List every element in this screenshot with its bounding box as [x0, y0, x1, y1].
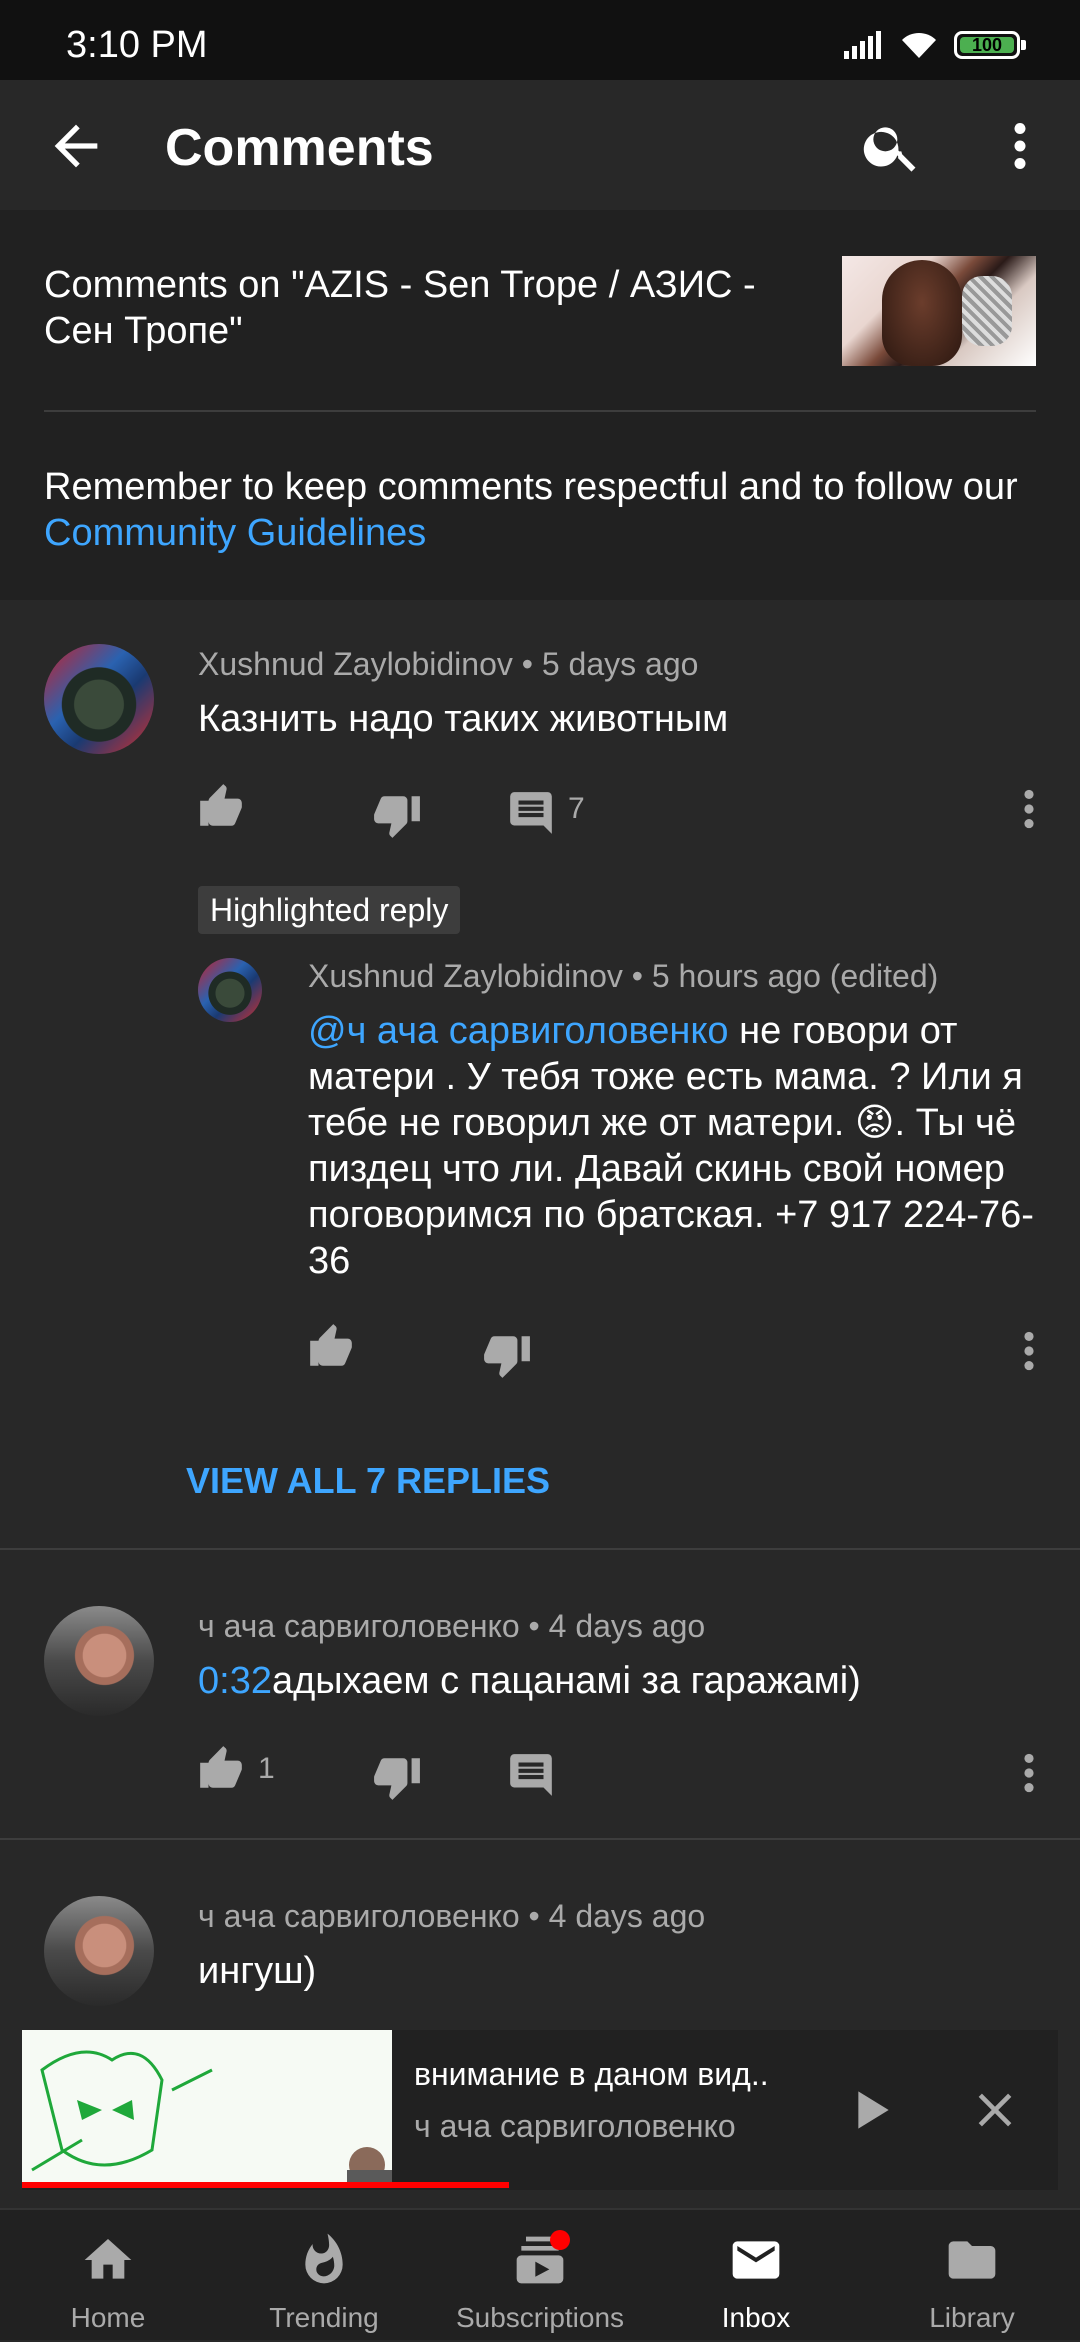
- like-icon[interactable]: [196, 782, 246, 832]
- nav-label: Inbox: [721, 2302, 791, 2333]
- signal-icon: [844, 31, 881, 59]
- nav-label: Library: [929, 2302, 1015, 2333]
- highlighted-reply-badge: Highlighted reply: [198, 886, 461, 934]
- reply-age: 5 hours ago (edited): [651, 958, 939, 994]
- comment-text: ингуш): [198, 1950, 317, 1992]
- like-icon[interactable]: [196, 1744, 246, 1794]
- divider: [0, 1548, 1080, 1550]
- avatar[interactable]: [44, 1606, 154, 1716]
- avatar[interactable]: [198, 958, 262, 1022]
- like-count: 1: [258, 1752, 275, 1785]
- battery-level: 100: [971, 34, 1003, 55]
- comment-text: Казнить надо таких животным: [198, 698, 729, 740]
- comment-author[interactable]: ч ача сарвиголовенко: [198, 1608, 520, 1644]
- view-all-replies-button[interactable]: VIEW ALL 7 REPLIES: [186, 1460, 550, 1502]
- play-icon[interactable]: [842, 2082, 898, 2138]
- nav-home[interactable]: Home: [0, 2210, 216, 2342]
- reply-text: @ч ача сарвиголовенко не говори от матер…: [308, 1008, 1038, 1284]
- status-icons: 100: [844, 30, 1026, 60]
- dislike-icon[interactable]: [372, 790, 422, 840]
- mini-player[interactable]: внимание в даном вид.. ч ача сарвиголове…: [22, 2030, 1058, 2190]
- comment-meta: Xushnud Zaylobidinov • 5 days ago: [198, 646, 699, 682]
- reply-author[interactable]: Xushnud Zaylobidinov: [308, 958, 623, 994]
- comment-age: 4 days ago: [548, 1608, 706, 1644]
- home-icon: [84, 2239, 132, 2279]
- comment-age: 4 days ago: [548, 1898, 706, 1934]
- app-bar: Comments: [0, 80, 1080, 210]
- mini-player-progress: [22, 2182, 509, 2188]
- dislike-icon[interactable]: [482, 1330, 532, 1380]
- nav-inbox[interactable]: Inbox: [648, 2210, 864, 2342]
- comments-header: Comments on "AZIS - Sen Trope / АЗИС - С…: [0, 210, 1080, 600]
- nav-label: Home: [70, 2302, 146, 2333]
- mail-icon: [732, 2241, 780, 2279]
- nav-label: Subscriptions: [455, 2302, 625, 2333]
- more-vert-icon[interactable]: [1014, 1748, 1044, 1798]
- comment-body: адыхаем с пацанамі за гаражамі): [271, 1660, 861, 1702]
- dislike-icon[interactable]: [372, 1752, 422, 1802]
- more-vert-icon[interactable]: [1014, 1326, 1044, 1376]
- nav-library[interactable]: Library: [864, 2210, 1080, 2342]
- comment-text: 0:32адыхаем с пацанамі за гаражамі): [198, 1658, 1028, 1704]
- reply-icon[interactable]: [506, 1750, 556, 1800]
- avatar[interactable]: [44, 644, 154, 754]
- status-bar: 3:10 PM 100: [0, 0, 1080, 80]
- reply-meta: Xushnud Zaylobidinov • 5 hours ago (edit…: [308, 958, 939, 994]
- back-arrow-icon[interactable]: [44, 114, 108, 178]
- divider: [44, 410, 1036, 412]
- search-icon[interactable]: [860, 114, 924, 178]
- comment-meta: ч ача сарвиголовенко • 4 days ago: [198, 1898, 706, 1934]
- guidelines-notice: Remember to keep comments respectful and…: [44, 464, 1044, 556]
- comment-meta: ч ача сарвиголовенко • 4 days ago: [198, 1608, 706, 1644]
- like-icon[interactable]: [306, 1322, 356, 1372]
- nav-subscriptions[interactable]: Subscriptions: [432, 2210, 648, 2342]
- bottom-navigation: Home Trending Subscriptions Inbox Librar…: [0, 2208, 1080, 2340]
- guidelines-text: Remember to keep comments respectful and…: [44, 466, 1018, 508]
- flame-icon: [305, 2233, 343, 2284]
- reply-icon[interactable]: [506, 788, 556, 838]
- video-thumbnail[interactable]: [842, 256, 1036, 366]
- wifi-icon: [902, 32, 936, 58]
- divider: [0, 1838, 1080, 1840]
- reply-mention-link[interactable]: @ч ача сарвиголовенко: [308, 1010, 729, 1052]
- mini-player-thumbnail[interactable]: [22, 2030, 392, 2186]
- mini-player-title: внимание в даном вид..: [414, 2056, 769, 2092]
- page-title: Comments: [165, 119, 434, 177]
- more-vert-icon[interactable]: [990, 114, 1050, 178]
- mini-player-channel: ч ача сарвиголовенко: [414, 2108, 736, 2144]
- folder-icon: [948, 2241, 996, 2279]
- more-vert-icon[interactable]: [1014, 784, 1044, 834]
- timestamp-link[interactable]: 0:32: [198, 1660, 272, 1702]
- community-guidelines-link[interactable]: Community Guidelines: [44, 512, 426, 554]
- comment-age: 5 days ago: [541, 646, 699, 682]
- notification-dot: [550, 2230, 570, 2250]
- reply-count: 7: [568, 792, 585, 825]
- status-time: 3:10 PM: [66, 24, 208, 66]
- close-icon[interactable]: [967, 2082, 1023, 2138]
- comment-author[interactable]: ч ача сарвиголовенко: [198, 1898, 520, 1934]
- nav-label: Trending: [269, 2302, 379, 2333]
- comment-author[interactable]: Xushnud Zaylobidinov: [198, 646, 513, 682]
- nav-trending[interactable]: Trending: [216, 2210, 432, 2342]
- video-title: Comments on "AZIS - Sen Trope / АЗИС - С…: [44, 264, 756, 352]
- battery-icon: 100: [954, 31, 1026, 59]
- avatar[interactable]: [44, 1896, 154, 2006]
